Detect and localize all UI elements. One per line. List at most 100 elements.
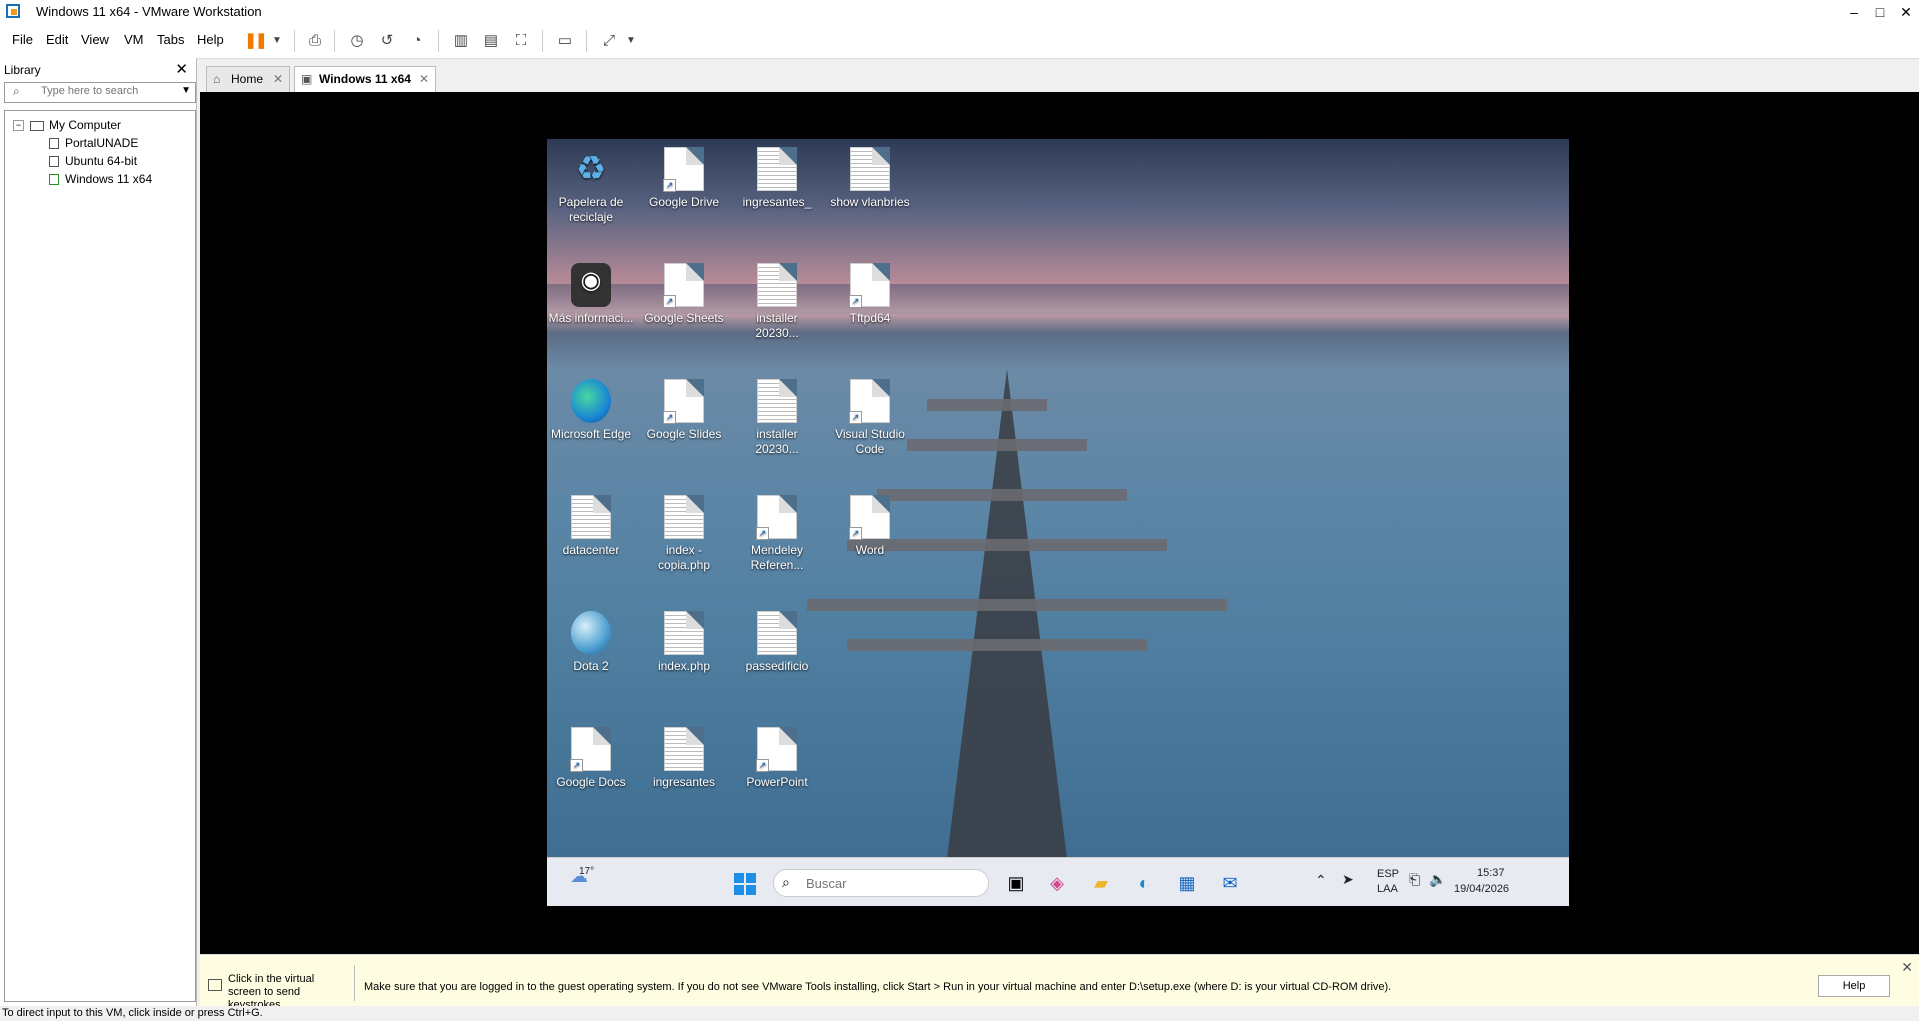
chevron-down-icon[interactable]: ▼ (620, 30, 642, 52)
tree-node-vm[interactable]: Windows 11 x64 (49, 171, 152, 187)
text-file-icon (664, 727, 704, 771)
taskbar-search-input[interactable] (804, 875, 958, 892)
desktop-icon-show-vlanbries[interactable]: show vlanbries (826, 147, 914, 210)
file-icon: ↗ (663, 379, 704, 424)
desktop-icon-word[interactable]: ↗ Word (826, 495, 914, 558)
thumbnail-view-icon[interactable]: ▤ (480, 30, 502, 52)
library-close-button[interactable]: ✕ (175, 60, 188, 78)
tab-close-button[interactable]: ✕ (419, 67, 429, 91)
edge-icon (571, 379, 611, 423)
minimize-button[interactable]: – (1842, 2, 1866, 22)
desktop-icon-mendeley[interactable]: ↗ Mendeley Referen... (733, 495, 821, 573)
desktop-icon-installer-2[interactable]: installer 20230... (733, 379, 821, 457)
clock-date[interactable]: 19/04/2026 (1454, 883, 1509, 895)
library-header: Library (4, 63, 41, 77)
chevron-down-icon[interactable]: ▼ (266, 30, 288, 52)
menu-edit[interactable]: Edit (46, 32, 68, 47)
widgets-icon[interactable]: ◈ (1045, 871, 1069, 895)
volume-icon[interactable]: 🔈 (1429, 871, 1446, 888)
maximize-button[interactable]: □ (1868, 2, 1892, 22)
tab-windows-11[interactable]: ▣ Windows 11 x64 ✕ (294, 66, 436, 92)
chevron-down-icon[interactable]: ▼ (181, 85, 191, 96)
desktop-icon-google-slides[interactable]: ↗ Google Slides (640, 379, 728, 442)
tab-home[interactable]: ⌂ Home ✕ (206, 66, 290, 92)
toolbar-separator (586, 30, 587, 52)
toolbar-separator (294, 30, 295, 52)
title-bar: Windows 11 x64 - VMware Workstation – □ … (0, 0, 1919, 24)
tree-node-vm[interactable]: Ubuntu 64-bit (49, 153, 137, 169)
revert-icon[interactable]: ↺ (376, 30, 398, 52)
text-file-icon (571, 495, 611, 539)
desktop-icon-passedificio[interactable]: passedificio (733, 611, 821, 674)
file-icon: ↗ (570, 727, 611, 772)
tree-node-my-computer[interactable]: − My Computer (13, 117, 121, 133)
desktop-icon-datacenter[interactable]: datacenter (547, 495, 635, 558)
status-bar: To direct input to this VM, click inside… (0, 1006, 1919, 1021)
tools-message: Make sure that you are logged in to the … (364, 981, 1392, 993)
clock-time[interactable]: 15:37 (1477, 867, 1505, 879)
desktop-icon-microsoft-edge[interactable]: Microsoft Edge (547, 379, 635, 442)
location-icon[interactable]: ➤ (1342, 871, 1354, 888)
desktop-icon-tftpd64[interactable]: ↗ Tftpd64 (826, 263, 914, 326)
snapshot-icon[interactable]: ◷ (346, 30, 368, 52)
library-search-input[interactable] (39, 84, 173, 98)
network-icon[interactable]: ⎗ (1409, 871, 1420, 888)
desktop-icon-google-drive[interactable]: ↗ Google Drive (640, 147, 728, 210)
outlook-icon[interactable]: ✉ (1218, 871, 1242, 895)
file-explorer-icon[interactable]: ▰ (1089, 871, 1113, 895)
desktop-icon-google-sheets[interactable]: ↗ Google Sheets (640, 263, 728, 326)
manage-snapshots-icon[interactable]: ◔ (406, 30, 428, 52)
menu-tabs[interactable]: Tabs (157, 32, 184, 47)
keyboard-layout[interactable]: LAA (1377, 883, 1398, 895)
library-view-icon[interactable]: ▥ (450, 30, 472, 52)
language-indicator[interactable]: ESP (1377, 868, 1399, 880)
pause-icon[interactable]: ❚❚ (244, 30, 267, 52)
vm-icon: ▣ (301, 72, 313, 86)
menu-file[interactable]: File (12, 32, 33, 47)
desktop-icon-mas-informacion[interactable]: ◉ Más informaci... (547, 263, 635, 326)
vm-running-icon (49, 174, 59, 186)
desktop-icon-powerpoint[interactable]: ↗ PowerPoint (733, 727, 821, 790)
file-icon: ↗ (756, 727, 797, 772)
tab-strip: ⌂ Home ✕ ▣ Windows 11 x64 ✕ (200, 66, 1919, 92)
library-search[interactable]: ⌕ ▼ (4, 82, 196, 103)
desktop-icon-visual-studio-code[interactable]: ↗ Visual Studio Code (826, 379, 914, 457)
menu-help[interactable]: Help (197, 32, 224, 47)
tree-node-vm[interactable]: PortalUNADE (49, 135, 138, 151)
desktop-icon-ingresantes-file[interactable]: ingresantes_ (733, 147, 821, 210)
close-button[interactable]: ✕ (1894, 2, 1918, 22)
text-file-icon (850, 147, 890, 191)
taskbar-search[interactable]: ⌕ (773, 869, 989, 897)
guest-desktop[interactable]: ♻ Papelera de reciclaje ↗ Google Drive ing… (547, 139, 1569, 906)
recycle-bin-icon: ♻ (575, 150, 607, 188)
vmware-tools-infobar: Click in the virtual screen to send keys… (200, 954, 1919, 1011)
shortcut-arrow-icon: ↗ (663, 179, 676, 192)
send-keys-icon[interactable]: ⎙ (304, 30, 326, 52)
tab-close-button[interactable]: ✕ (273, 67, 283, 91)
windows-start-icon[interactable] (734, 873, 756, 895)
chevron-up-icon[interactable]: ⌃ (1315, 872, 1327, 889)
desktop-icon-index-php[interactable]: index.php (640, 611, 728, 674)
file-icon: ↗ (756, 495, 797, 540)
stretch-icon[interactable]: ⤢ (598, 30, 620, 52)
desktop-icon-dota-2[interactable]: Dota 2 (547, 611, 635, 674)
library-panel: Library ✕ ⌕ ▼ −My Computer PortalUNADE U… (0, 58, 197, 1006)
text-file-icon (664, 495, 704, 539)
help-button[interactable]: Help (1818, 975, 1890, 997)
desktop-icon-installer-1[interactable]: installer 20230... (733, 263, 821, 341)
keyboard-icon (208, 979, 222, 991)
task-view-icon[interactable]: ▣ (1004, 871, 1028, 895)
desktop-icon-index-copia[interactable]: index - copia.php (640, 495, 728, 573)
console-icon[interactable]: ▭ (554, 30, 576, 52)
collapse-icon[interactable]: − (13, 120, 24, 132)
menu-view[interactable]: View (81, 32, 109, 47)
desktop-icon-ingresantes[interactable]: ingresantes (640, 727, 728, 790)
fullscreen-icon[interactable]: ⛶ (510, 30, 532, 52)
infobar-close-button[interactable]: ✕ (1901, 959, 1913, 976)
edge-taskbar-icon[interactable]: ◐ (1132, 871, 1156, 895)
desktop-icon-recycle-bin[interactable]: ♻ Papelera de reciclaje (547, 147, 635, 225)
store-icon[interactable]: ▦ (1175, 871, 1199, 895)
menu-vm[interactable]: VM (124, 32, 144, 47)
window-title: Windows 11 x64 - VMware Workstation (36, 4, 262, 19)
desktop-icon-google-docs[interactable]: ↗ Google Docs (547, 727, 635, 790)
